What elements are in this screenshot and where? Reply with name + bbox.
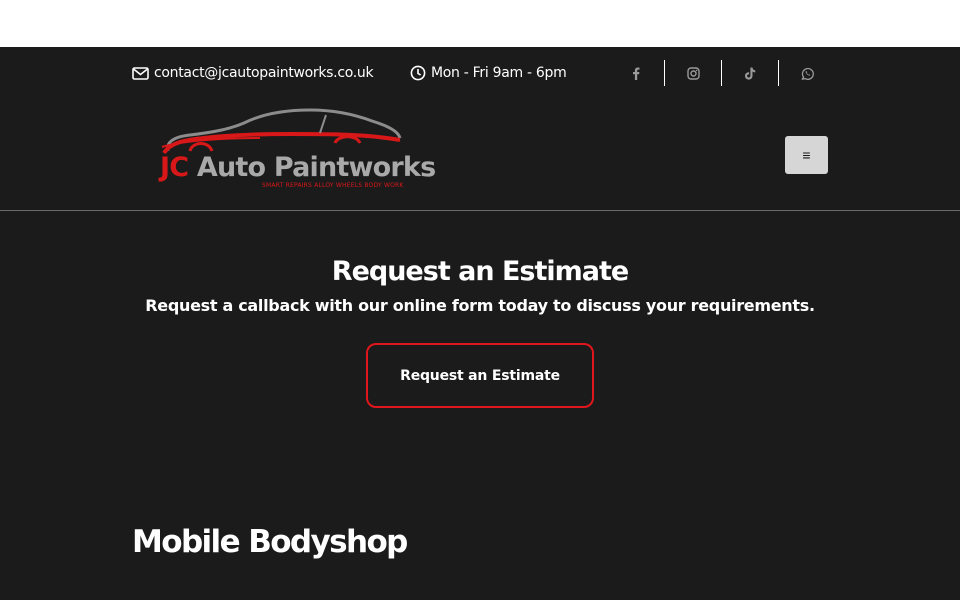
menu-toggle-button[interactable]: ≡	[785, 136, 828, 174]
opening-hours: Mon - Fri 9am - 6pm	[410, 65, 567, 81]
whatsapp-icon	[801, 67, 814, 80]
email-text: contact@jcautopaintworks.co.uk	[154, 65, 374, 81]
whatsapp-link[interactable]	[779, 60, 836, 86]
site-logo[interactable]: JC Auto Paintworks SMART REPAIRS ALLOY W…	[160, 107, 436, 191]
logo-name: Auto Paintworks	[196, 152, 436, 183]
social-links	[608, 60, 836, 86]
hero-subtitle: Request a callback with our online form …	[145, 296, 815, 315]
instagram-icon	[686, 66, 700, 80]
hours-text: Mon - Fri 9am - 6pm	[431, 65, 567, 81]
clock-icon	[410, 65, 426, 81]
logo-initials: JC	[160, 152, 189, 183]
hero-title: Request an Estimate	[331, 256, 629, 287]
hamburger-icon: ≡	[802, 147, 811, 163]
facebook-icon	[633, 67, 640, 80]
section-title: Mobile Bodyshop	[132, 524, 408, 560]
email-link[interactable]: contact@jcautopaintworks.co.uk	[132, 65, 374, 81]
top-bar: contact@jcautopaintworks.co.uk Mon - Fri…	[0, 47, 960, 99]
car-silhouette-icon	[161, 108, 402, 155]
logo-wordmark: JC Auto Paintworks	[160, 152, 436, 183]
tiktok-link[interactable]	[722, 60, 779, 86]
logo-tagline: SMART REPAIRS ALLOY WHEELS BODY WORK	[262, 182, 404, 189]
instagram-link[interactable]	[665, 60, 722, 86]
envelope-icon	[132, 66, 149, 80]
site-header: JC Auto Paintworks SMART REPAIRS ALLOY W…	[0, 99, 960, 211]
facebook-link[interactable]	[608, 60, 665, 86]
top-white-strip	[0, 0, 960, 47]
request-estimate-button[interactable]: Request an Estimate	[366, 343, 594, 408]
tiktok-icon	[745, 67, 756, 80]
